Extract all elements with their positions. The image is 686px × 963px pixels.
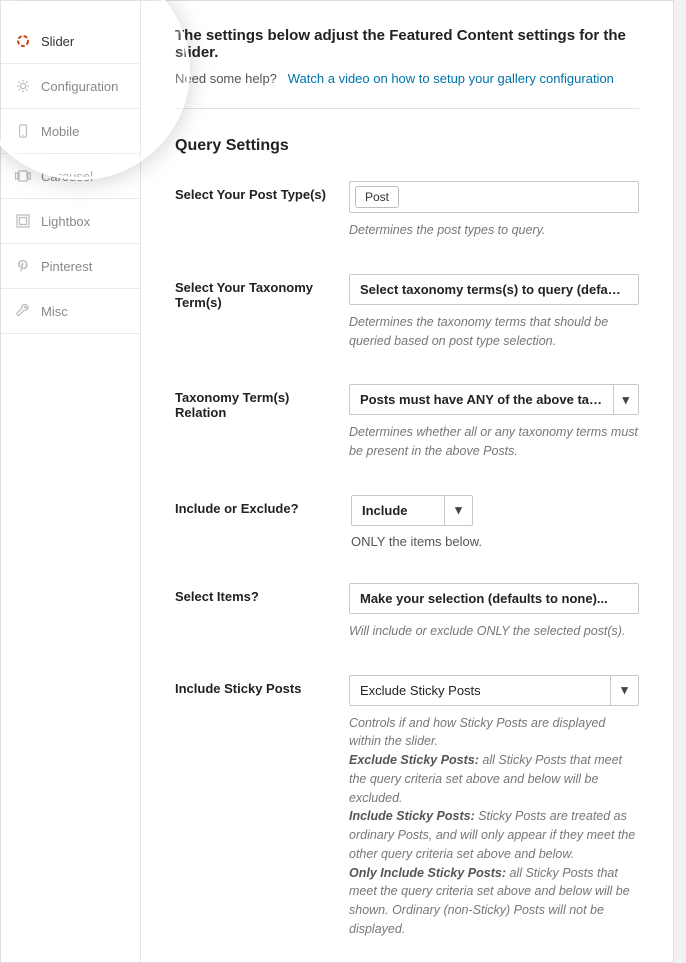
sidebar-item-misc[interactable]: Misc [1,289,140,334]
select-value: Exclude Sticky Posts [360,683,481,698]
sticky-posts-select[interactable]: Exclude Sticky Posts ▾ [349,675,639,706]
sidebar-item-label: Misc [41,304,130,319]
field-post-type: Select Your Post Type(s) Post Determines… [175,181,639,240]
field-hint: Determines the post types to query. [349,221,639,240]
sidebar-item-label: Carousel [41,169,130,184]
taxonomy-terms-select[interactable]: Select taxonomy terms(s) to query (defau… [349,274,639,305]
sidebar-item-mobile[interactable]: Mobile [1,109,140,154]
field-hint: ONLY the items below. [351,534,639,549]
chevron-down-icon: ▾ [613,385,638,414]
chevron-down-icon: ▾ [444,496,472,525]
field-label: Include or Exclude? [175,495,351,516]
help-video-link[interactable]: Watch a video on how to setup your galle… [288,71,614,86]
field-hint: Will include or exclude ONLY the selecte… [349,622,639,641]
carousel-icon [15,168,31,184]
field-label: Include Sticky Posts [175,675,349,696]
taxonomy-relation-select[interactable]: Posts must have ANY of the above taxono.… [349,384,639,415]
settings-panel: Slider Configuration Mobile Carousel Lig… [0,0,674,963]
sidebar-item-label: Mobile [41,124,130,139]
sidebar-item-label: Slider [41,34,127,49]
field-taxonomy-terms: Select Your Taxonomy Term(s) Select taxo… [175,274,639,351]
post-type-tag[interactable]: Post [355,186,399,208]
include-exclude-select[interactable]: Include ▾ [351,495,473,526]
select-items-input[interactable]: Make your selection (defaults to none)..… [349,583,639,614]
field-label: Select Your Taxonomy Term(s) [175,274,349,310]
select-placeholder: Make your selection (defaults to none)..… [360,591,608,606]
wrench-icon [15,303,31,319]
sidebar-item-pinterest[interactable]: Pinterest [1,244,140,289]
sidebar-item-configuration[interactable]: Configuration [1,64,140,109]
field-label: Select Items? [175,583,349,604]
content-area: The settings below adjust the Featured C… [141,1,673,962]
sidebar-item-carousel[interactable]: Carousel [1,154,140,199]
hint-include-label: Include Sticky Posts: [349,809,475,823]
field-label: Select Your Post Type(s) [175,181,349,202]
select-placeholder: Select taxonomy terms(s) to query (defau… [360,282,628,297]
hint-exclude-label: Exclude Sticky Posts: [349,753,479,767]
hint-only-label: Only Include Sticky Posts: [349,866,506,880]
hint-intro: Controls if and how Sticky Posts are dis… [349,716,605,749]
sidebar-item-label: Configuration [41,79,130,94]
post-type-input[interactable]: Post [349,181,639,213]
mobile-icon [15,123,31,139]
field-hint: Determines the taxonomy terms that shoul… [349,313,639,351]
field-sticky-posts: Include Sticky Posts Exclude Sticky Post… [175,675,639,939]
sidebar-item-label: Lightbox [41,214,130,229]
sidebar: Slider Configuration Mobile Carousel Lig… [1,1,141,962]
field-label: Taxonomy Term(s) Relation [175,384,349,420]
field-include-exclude: Include or Exclude? Include ▾ ONLY the i… [175,495,639,549]
select-value: Posts must have ANY of the above taxono.… [360,392,605,407]
help-row: Need some help? Watch a video on how to … [175,71,639,86]
field-taxonomy-relation: Taxonomy Term(s) Relation Posts must hav… [175,384,639,461]
page-title: The settings below adjust the Featured C… [175,27,639,61]
field-hint: Controls if and how Sticky Posts are dis… [349,714,639,939]
gear-icon [15,78,31,94]
sidebar-item-label: Pinterest [41,259,130,274]
field-hint: Determines whether all or any taxonomy t… [349,423,639,461]
lightbox-icon [15,213,31,229]
section-title: Query Settings [175,137,639,155]
pinterest-icon [15,258,31,274]
field-select-items: Select Items? Make your selection (defau… [175,583,639,641]
slider-icon [15,33,31,49]
help-prefix: Need some help? [175,71,277,86]
chevron-down-icon: ▾ [610,676,638,705]
select-value: Include [362,503,408,518]
divider [175,108,639,109]
sidebar-item-slider[interactable]: Slider [1,19,140,64]
sidebar-item-lightbox[interactable]: Lightbox [1,199,140,244]
